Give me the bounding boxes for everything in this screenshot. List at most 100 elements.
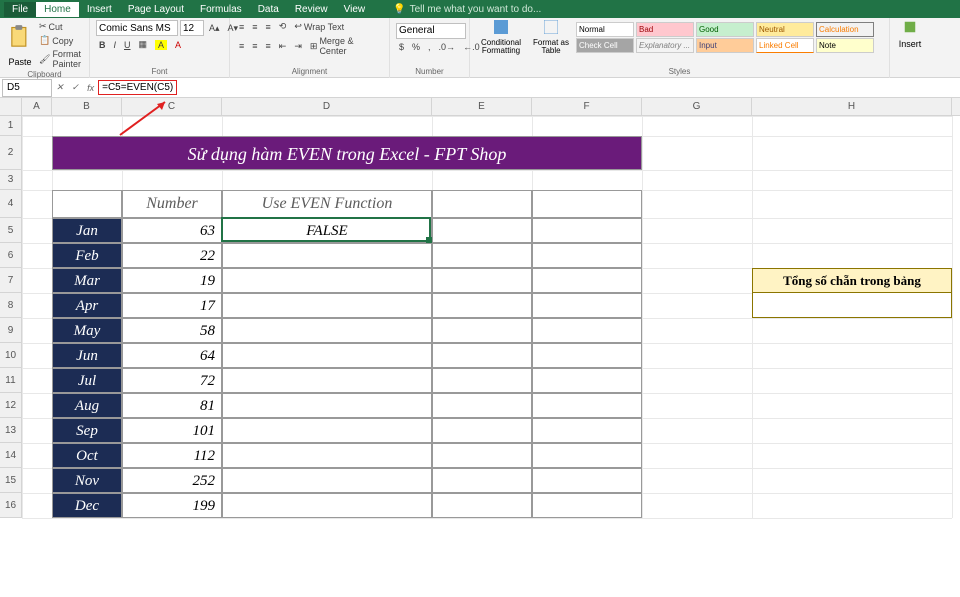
number-Apr: 17	[122, 293, 222, 318]
cut-button[interactable]: ✂Cut	[36, 20, 84, 33]
style-good[interactable]: Good	[696, 22, 754, 37]
paste-button[interactable]: Paste	[6, 24, 34, 67]
enter-formula-button[interactable]: ✓	[68, 82, 84, 93]
tab-home[interactable]: Home	[36, 2, 79, 17]
style-calculation[interactable]: Calculation	[816, 22, 874, 37]
col-header-H[interactable]: H	[752, 98, 952, 115]
tab-data[interactable]: Data	[250, 2, 287, 17]
cell-f-9	[532, 318, 642, 343]
result-Feb	[222, 243, 432, 268]
result-Sep	[222, 418, 432, 443]
inc-decimal-button[interactable]: .0→	[436, 41, 459, 53]
merge-center-button[interactable]: ⊞Merge & Center	[307, 35, 383, 57]
insert-cells-button[interactable]: Insert	[896, 20, 924, 49]
tab-view[interactable]: View	[336, 2, 374, 17]
col-header-D[interactable]: D	[222, 98, 432, 115]
style-explanatory[interactable]: Explanatory ...	[636, 38, 694, 53]
row-header-13[interactable]: 13	[0, 418, 22, 443]
row-header-12[interactable]: 12	[0, 393, 22, 418]
style-linked-cell[interactable]: Linked Cell	[756, 38, 814, 53]
row-header-7[interactable]: 7	[0, 268, 22, 293]
row-header-11[interactable]: 11	[0, 368, 22, 393]
tell-me-search[interactable]: 💡 Tell me what you want to do...	[393, 4, 541, 15]
style-input[interactable]: Input	[696, 38, 754, 53]
row-header-2[interactable]: 2	[0, 136, 22, 170]
col-header-E[interactable]: E	[432, 98, 532, 115]
indent-dec-button[interactable]: ⇤	[276, 40, 290, 53]
font-size-select[interactable]	[180, 20, 204, 36]
percent-button[interactable]: %	[409, 41, 423, 53]
alignment-group-label: Alignment	[236, 67, 383, 76]
row-header-9[interactable]: 9	[0, 318, 22, 343]
number-Dec: 199	[122, 493, 222, 518]
copy-button[interactable]: 📋Copy	[36, 34, 84, 47]
month-Jan: Jan	[52, 218, 122, 243]
fill-color-button[interactable]: A	[152, 39, 170, 51]
tab-review[interactable]: Review	[287, 2, 336, 17]
bold-button[interactable]: B	[96, 39, 109, 51]
month-Dec: Dec	[52, 493, 122, 518]
style-bad[interactable]: Bad	[636, 22, 694, 37]
number-Jan: 63	[122, 218, 222, 243]
accounting-button[interactable]: $	[396, 41, 407, 53]
row-header-15[interactable]: 15	[0, 468, 22, 493]
format-painter-button[interactable]: 🖌Format Painter	[36, 48, 84, 70]
style-neutral[interactable]: Neutral	[756, 22, 814, 37]
style-normal[interactable]: Normal	[576, 22, 634, 37]
underline-button[interactable]: U	[121, 39, 134, 51]
cell-e-6	[432, 243, 532, 268]
row-header-3[interactable]: 3	[0, 170, 22, 190]
format-as-table-button[interactable]: Format as Table	[528, 20, 574, 55]
cell-e-8	[432, 293, 532, 318]
font-name-select[interactable]	[96, 20, 178, 36]
indent-inc-button[interactable]: ⇥	[291, 40, 305, 53]
fx-button[interactable]: fx	[83, 83, 98, 93]
month-Feb: Feb	[52, 243, 122, 268]
col-header-G[interactable]: G	[642, 98, 752, 115]
cells-area[interactable]: Sử dụng hàm EVEN trong Excel - FPT ShopN…	[22, 116, 960, 597]
wrap-text-button[interactable]: ↩Wrap Text	[291, 20, 347, 33]
align-center-button[interactable]: ≡	[249, 40, 260, 52]
align-bottom-button[interactable]: ≡	[263, 21, 274, 33]
formula-input[interactable]: =C5=EVEN(C5)	[98, 80, 177, 95]
tab-formulas[interactable]: Formulas	[192, 2, 250, 17]
row-header-6[interactable]: 6	[0, 243, 22, 268]
align-right-button[interactable]: ≡	[263, 40, 274, 52]
row-header-16[interactable]: 16	[0, 493, 22, 518]
column-headers: ABCDEFGH	[0, 98, 960, 116]
orientation-button[interactable]: ⟲	[276, 20, 290, 33]
col-header-B[interactable]: B	[52, 98, 122, 115]
border-button[interactable]: ▦	[136, 38, 151, 51]
row-header-4[interactable]: 4	[0, 190, 22, 218]
row-header-8[interactable]: 8	[0, 293, 22, 318]
month-Oct: Oct	[52, 443, 122, 468]
italic-button[interactable]: I	[111, 39, 120, 51]
number-format-select[interactable]	[396, 23, 466, 39]
ribbon: Paste ✂Cut 📋Copy 🖌Format Painter Clipboa…	[0, 18, 960, 78]
row-header-5[interactable]: 5	[0, 218, 22, 243]
col-header-C[interactable]: C	[122, 98, 222, 115]
row-header-1[interactable]: 1	[0, 116, 22, 136]
copy-label: Copy	[52, 36, 73, 46]
comma-button[interactable]: ,	[425, 41, 434, 53]
align-left-button[interactable]: ≡	[236, 40, 247, 52]
tab-insert[interactable]: Insert	[79, 2, 120, 17]
name-box[interactable]	[2, 79, 52, 97]
increase-font-button[interactable]: A▴	[206, 22, 223, 35]
tab-page-layout[interactable]: Page Layout	[120, 2, 192, 17]
style-note[interactable]: Note	[816, 38, 874, 53]
row-header-14[interactable]: 14	[0, 443, 22, 468]
align-middle-button[interactable]: ≡	[249, 21, 260, 33]
tab-file[interactable]: File	[4, 2, 36, 17]
month-Nov: Nov	[52, 468, 122, 493]
cut-icon: ✂	[39, 21, 47, 32]
cancel-formula-button[interactable]: ✕	[52, 82, 68, 93]
row-header-10[interactable]: 10	[0, 343, 22, 368]
select-all-corner[interactable]	[0, 98, 22, 115]
align-top-button[interactable]: ≡	[236, 21, 247, 33]
font-color-button[interactable]: A	[172, 39, 184, 51]
col-header-F[interactable]: F	[532, 98, 642, 115]
style-check-cell[interactable]: Check Cell	[576, 38, 634, 53]
col-header-A[interactable]: A	[22, 98, 52, 115]
conditional-formatting-button[interactable]: Conditional Formatting	[476, 20, 526, 55]
